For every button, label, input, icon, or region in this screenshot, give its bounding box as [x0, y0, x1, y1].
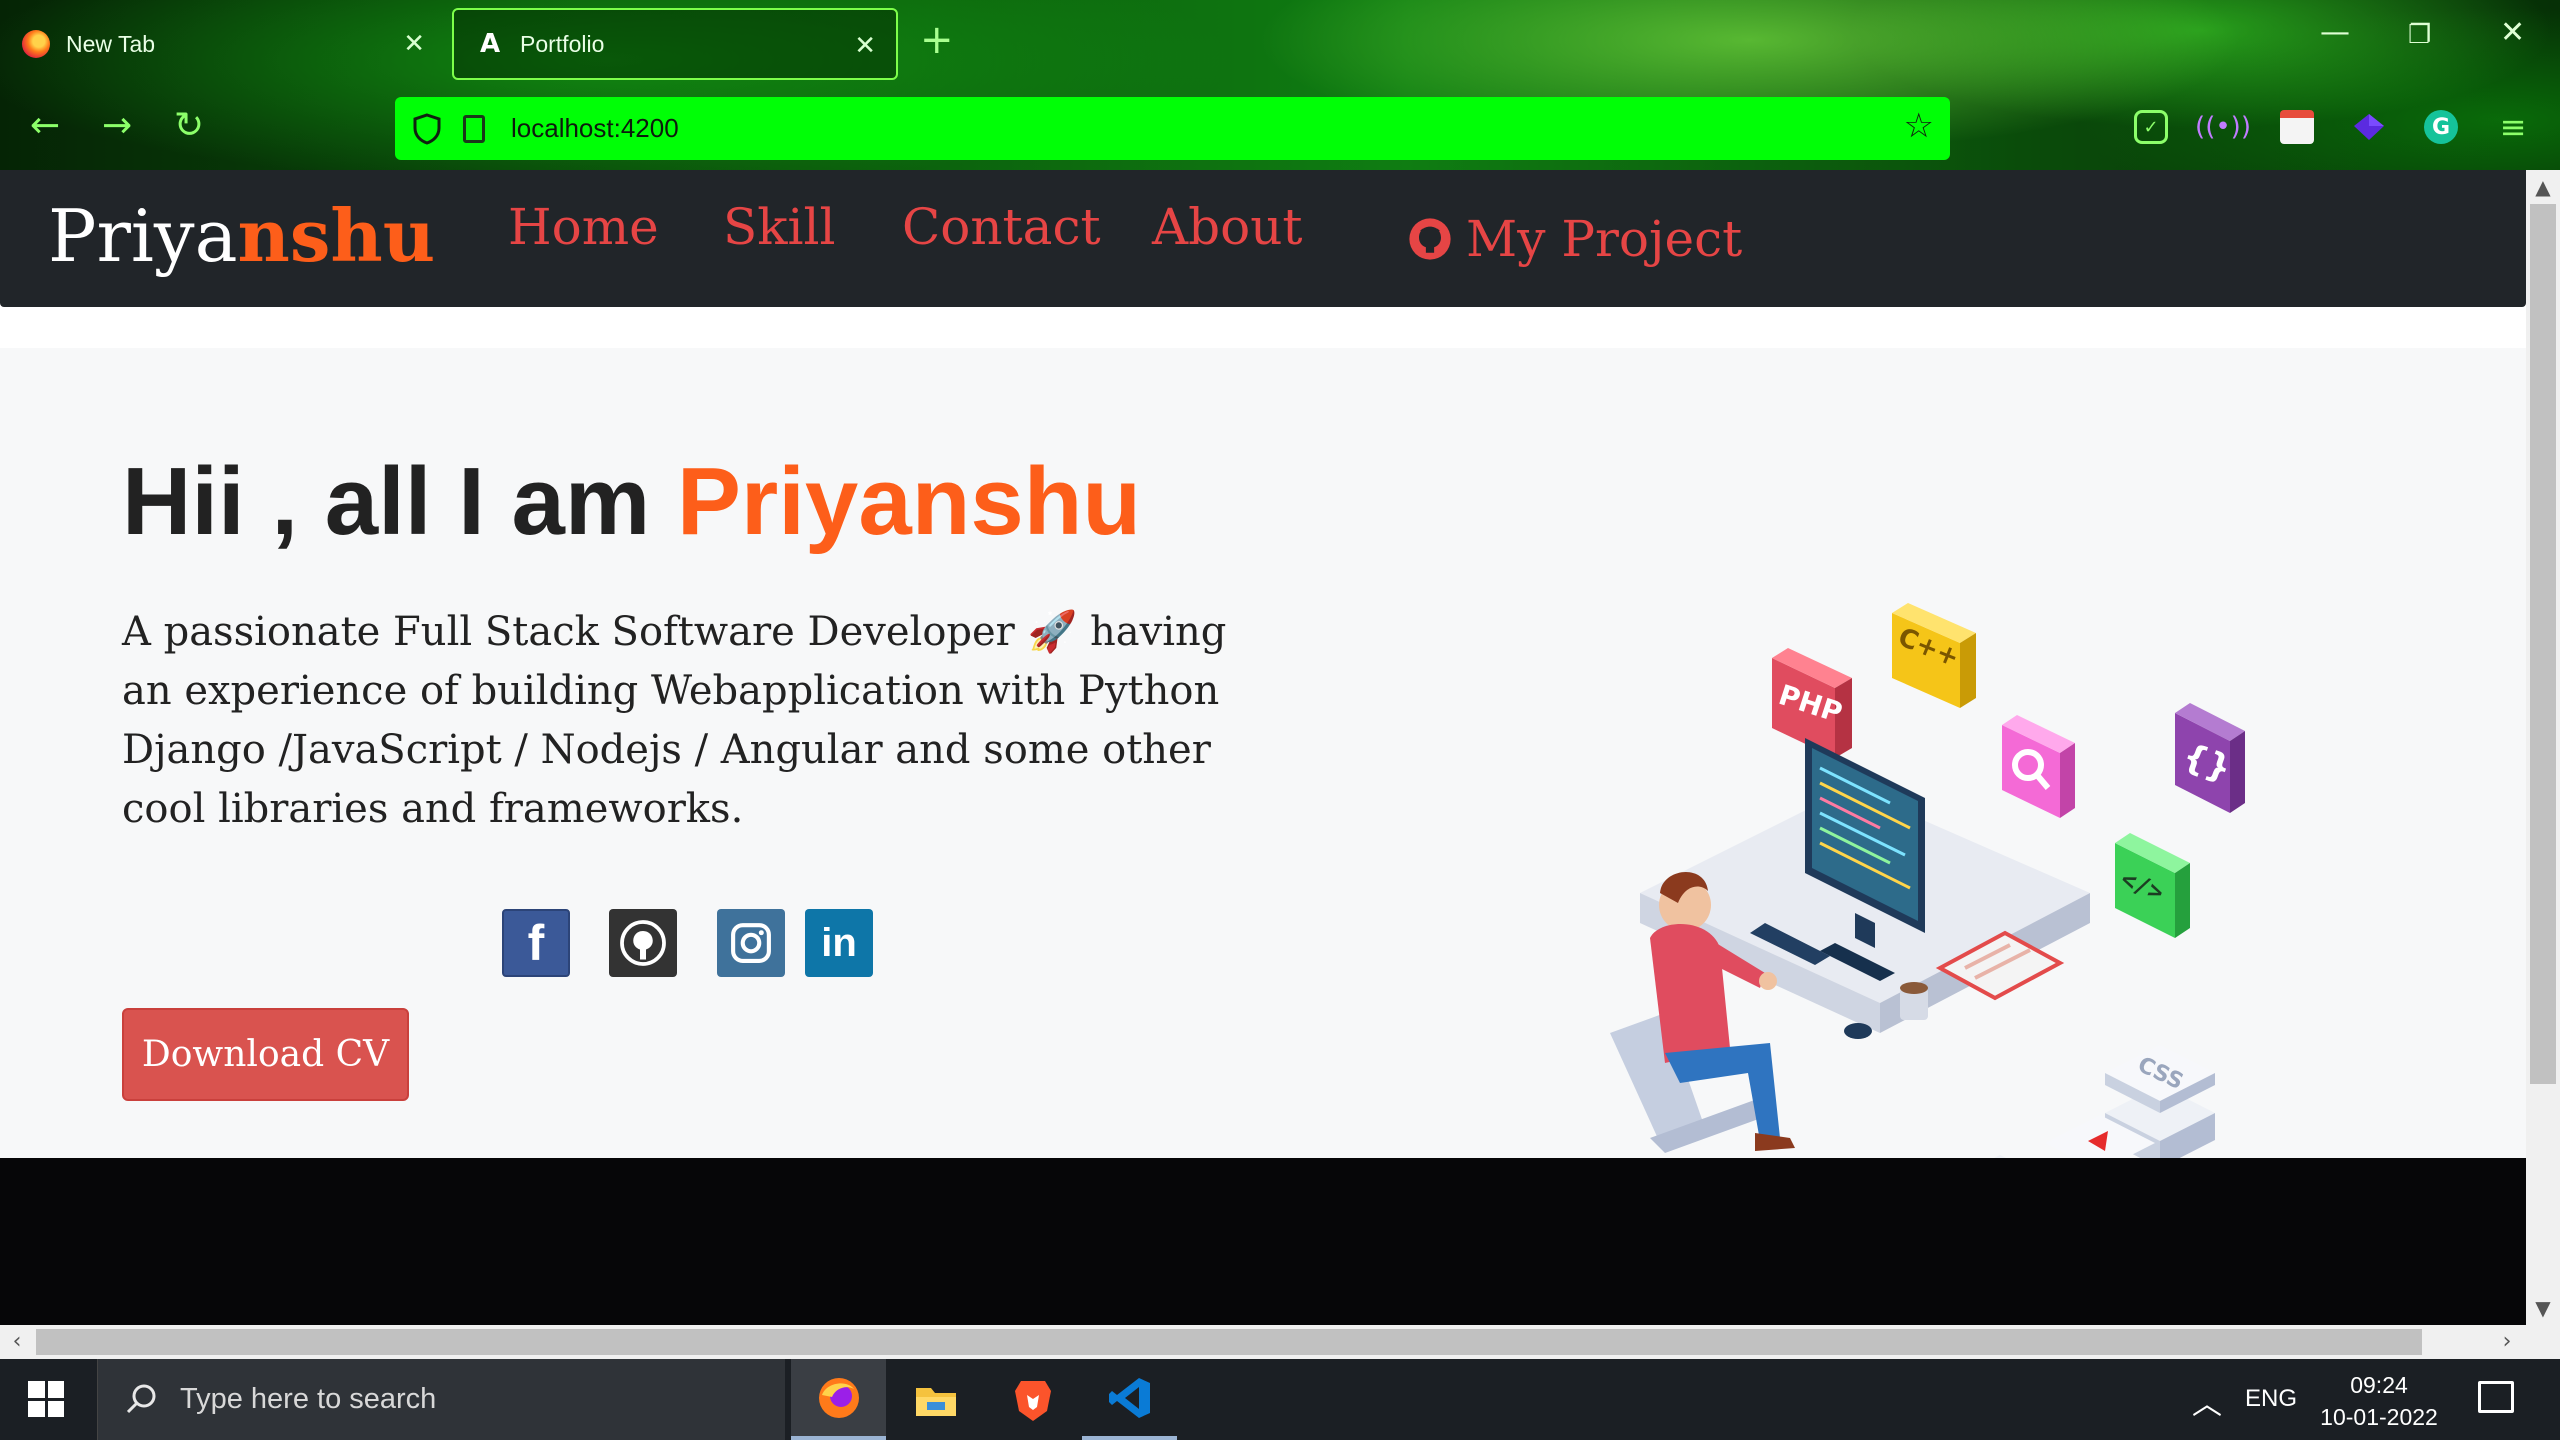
new-tab-button[interactable]: +	[920, 20, 954, 60]
github-icon	[1409, 218, 1451, 260]
tab-new-tab[interactable]: New Tab ✕	[0, 8, 445, 80]
menu-icon[interactable]: ≡	[2496, 108, 2530, 146]
grammarly-icon[interactable]: G	[2424, 110, 2458, 144]
developer-illustration: PHP C++ {} </> CSS	[1610, 603, 2245, 1233]
window-close-button[interactable]: ✕	[2500, 18, 2525, 48]
scrollbar-thumb[interactable]	[2530, 204, 2556, 1084]
scrollbar-thumb[interactable]	[36, 1329, 2422, 1355]
clock-time: 09:24	[2350, 1372, 2408, 1398]
site-navbar: Priyanshu Home Skill Contact About My Pr…	[0, 170, 2526, 307]
nav-link-contact[interactable]: Contact	[902, 202, 1101, 252]
gem-icon[interactable]	[2352, 110, 2386, 144]
horizontal-scrollbar[interactable]: ‹ ›	[0, 1325, 2560, 1359]
hero-description: A passionate Full Stack Software Develop…	[122, 609, 1227, 832]
shield-icon[interactable]	[413, 112, 441, 145]
taskbar-search-box[interactable]: Type here to search	[97, 1359, 785, 1440]
pocket-icon[interactable]: ✓	[2134, 110, 2168, 144]
hero-section: Hii , all I am Priyanshu A passionate Fu…	[0, 348, 2526, 1233]
page-viewport: Priyanshu Home Skill Contact About My Pr…	[0, 170, 2526, 1325]
footer-band	[0, 1158, 2526, 1325]
calendar-icon[interactable]	[2280, 110, 2314, 144]
back-icon[interactable]: ←	[30, 108, 60, 144]
site-brand[interactable]: Priyanshu	[48, 200, 435, 273]
star-icon[interactable]: ☆	[1904, 109, 1934, 143]
instagram-icon[interactable]	[717, 909, 785, 977]
tab-label: New Tab	[66, 30, 156, 57]
scroll-right-icon[interactable]: ›	[2490, 1325, 2524, 1359]
clock-date: 10-01-2022	[2320, 1404, 2438, 1430]
nav-link-label: My Project	[1466, 210, 1743, 268]
nav-link-home[interactable]: Home	[508, 202, 659, 252]
close-icon[interactable]: ✕	[854, 30, 876, 61]
tab-label: Portfolio	[520, 30, 605, 57]
nav-link-skill[interactable]: Skill	[723, 202, 836, 252]
scroll-up-icon[interactable]: ▲	[2526, 170, 2560, 204]
url-text[interactable]: localhost:4200	[511, 113, 679, 144]
tab-portfolio[interactable]: A Portfolio ✕	[452, 8, 898, 80]
brave-icon[interactable]	[985, 1359, 1080, 1440]
angular-icon: A	[479, 29, 501, 59]
search-icon	[126, 1384, 156, 1413]
braces-cube-icon: {}	[2175, 703, 2245, 813]
firefox-taskbar-icon[interactable]	[791, 1359, 886, 1440]
windows-start-icon[interactable]	[28, 1381, 64, 1417]
search-placeholder: Type here to search	[180, 1383, 437, 1415]
nav-link-about[interactable]: About	[1152, 202, 1303, 252]
vscode-icon[interactable]	[1082, 1359, 1177, 1440]
scroll-down-icon[interactable]: ▼	[2526, 1291, 2560, 1325]
brand-second: nshu	[237, 193, 436, 278]
facebook-icon[interactable]: f	[502, 909, 570, 977]
github-icon[interactable]	[609, 909, 677, 977]
hero-name: Priyanshu	[676, 448, 1142, 555]
restore-button[interactable]: ❐	[2408, 22, 2431, 48]
linkedin-icon[interactable]: in	[805, 909, 873, 977]
radio-icon[interactable]: ((•))	[2195, 110, 2251, 144]
search-cube-icon	[2002, 715, 2075, 818]
windows-taskbar: Type here to search ︿ ENG 09:24 10-01-20…	[0, 1359, 2560, 1440]
vertical-scrollbar[interactable]: ▲ ▼	[2526, 170, 2560, 1325]
forward-icon[interactable]: →	[102, 108, 132, 144]
brand-first: Priya	[48, 194, 238, 278]
minimize-button[interactable]: —	[2320, 18, 2350, 48]
address-bar[interactable]: localhost:4200 ☆	[395, 97, 1950, 160]
hero-heading: Hii , all I am Priyanshu	[122, 454, 1141, 550]
notification-icon[interactable]	[2478, 1381, 2514, 1413]
close-icon[interactable]: ✕	[403, 28, 425, 59]
hero-greeting: Hii , all I am	[122, 448, 677, 555]
language-indicator[interactable]: ENG	[2245, 1385, 2297, 1413]
code-cube-icon: </>	[2115, 833, 2190, 938]
reload-icon[interactable]: ↻	[174, 108, 204, 144]
nav-link-my-project[interactable]: My Project	[1408, 214, 1742, 264]
page-icon[interactable]	[463, 114, 485, 143]
download-cv-button[interactable]: Download CV	[122, 1008, 409, 1101]
clock[interactable]: 09:24 10-01-2022	[2314, 1369, 2444, 1433]
file-explorer-icon[interactable]	[888, 1359, 983, 1440]
browser-chrome: New Tab ✕ A Portfolio ✕ + — ❐ ✕ ← → ↻ lo…	[0, 0, 2560, 170]
firefox-icon	[22, 30, 50, 58]
scroll-left-icon[interactable]: ‹	[0, 1325, 34, 1359]
chevron-up-icon[interactable]: ︿	[2192, 1379, 2222, 1423]
cpp-cube-icon: C++	[1892, 603, 1976, 708]
